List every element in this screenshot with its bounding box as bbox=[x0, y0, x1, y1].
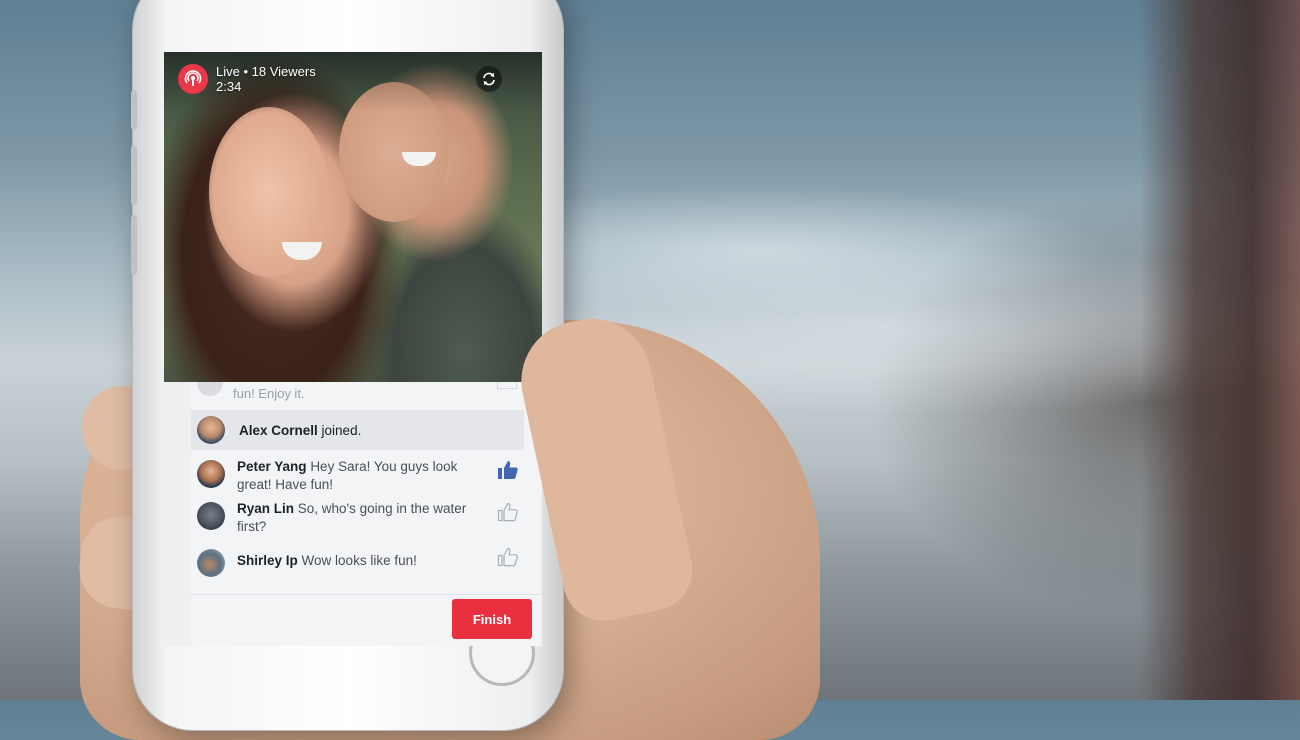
comment-author[interactable]: Ryan Lin bbox=[237, 501, 294, 516]
comment-partial: fun! Enjoy it. bbox=[191, 382, 541, 408]
comment-author[interactable]: Peter Yang bbox=[237, 459, 307, 474]
live-video-feed: Live • 18 Viewers 2:34 bbox=[164, 52, 542, 382]
live-status: Live • 18 Viewers 2:34 bbox=[216, 64, 316, 94]
comment-item: Ryan Lin So, who's going in the water fi… bbox=[191, 500, 541, 536]
avatar bbox=[197, 416, 225, 444]
thumbs-up-icon[interactable] bbox=[497, 547, 519, 567]
thumbs-up-icon[interactable] bbox=[497, 460, 519, 480]
live-footer: Finish bbox=[191, 594, 541, 646]
avatar bbox=[197, 549, 225, 577]
live-broadcast-icon bbox=[178, 64, 208, 94]
joined-name[interactable]: Alex Cornell bbox=[239, 423, 318, 438]
joined-action: joined. bbox=[321, 422, 362, 438]
comment-text: Wow looks like fun! bbox=[301, 553, 417, 568]
camera-flip-icon[interactable] bbox=[476, 66, 502, 92]
finish-button[interactable]: Finish bbox=[452, 599, 532, 639]
comment-item: Peter Yang Hey Sara! You guys look great… bbox=[191, 458, 541, 494]
comment-body: Peter Yang Hey Sara! You guys look great… bbox=[237, 458, 482, 494]
background-post bbox=[1140, 0, 1300, 700]
thumbs-up-icon[interactable] bbox=[497, 502, 519, 522]
joined-text: Alex Cornell joined. bbox=[239, 423, 361, 438]
live-duration: 2:34 bbox=[216, 79, 242, 94]
avatar bbox=[197, 460, 225, 488]
comment-body: Ryan Lin So, who's going in the water fi… bbox=[237, 500, 482, 536]
volume-up-button bbox=[131, 145, 137, 205]
comment-item: Shirley Ip Wow looks like fun! bbox=[191, 547, 541, 577]
volume-down-button bbox=[131, 215, 137, 275]
comment-body: Shirley Ip Wow looks like fun! bbox=[237, 552, 482, 570]
live-viewers: Live • 18 Viewers bbox=[216, 64, 316, 79]
joined-notification: Alex Cornell joined. bbox=[191, 410, 524, 450]
live-video-screen: Live • 18 Viewers 2:34 fun! Enjoy it. Al… bbox=[164, 52, 542, 646]
comment-text: fun! Enjoy it. bbox=[233, 386, 305, 401]
comment-author[interactable]: Shirley Ip bbox=[237, 553, 298, 568]
thumbs-up-icon[interactable] bbox=[497, 382, 517, 389]
comment-feed: fun! Enjoy it. Alex Cornell joined. Pete… bbox=[191, 382, 541, 594]
avatar bbox=[197, 502, 225, 530]
side-button bbox=[131, 90, 137, 130]
avatar bbox=[197, 382, 223, 396]
